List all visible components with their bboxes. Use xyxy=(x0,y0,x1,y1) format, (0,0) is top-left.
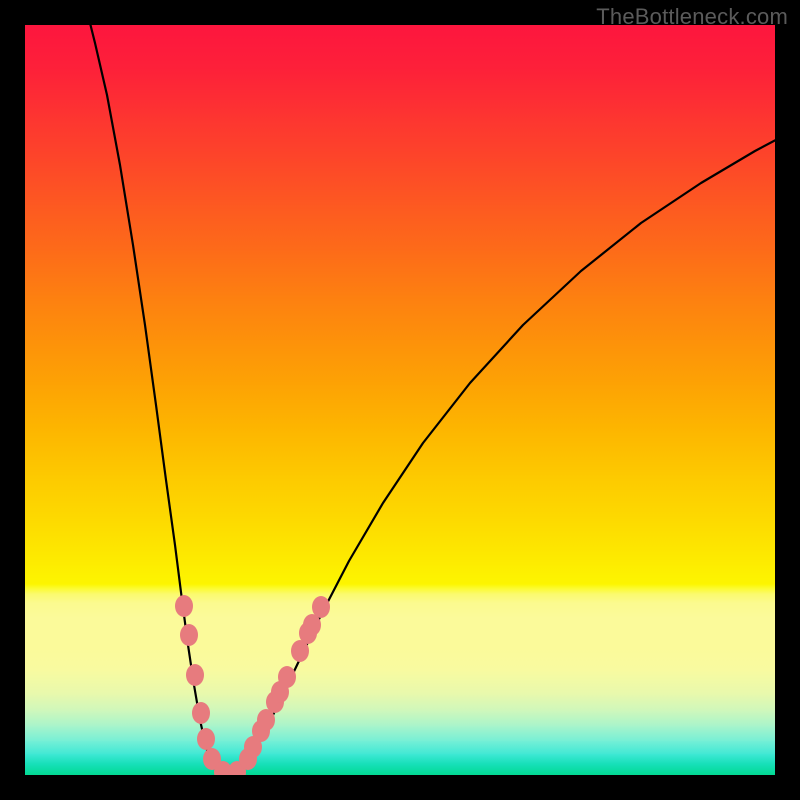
data-marker xyxy=(278,666,296,688)
data-marker xyxy=(197,728,215,750)
data-marker xyxy=(186,664,204,686)
data-marker xyxy=(180,624,198,646)
watermark-text: TheBottleneck.com xyxy=(596,4,788,30)
data-marker xyxy=(192,702,210,724)
left-curve xyxy=(88,25,225,775)
data-marker xyxy=(175,595,193,617)
right-curve xyxy=(225,135,775,775)
curve-layer xyxy=(25,25,775,775)
plot-area xyxy=(25,25,775,775)
chart-frame: TheBottleneck.com xyxy=(0,0,800,800)
data-marker xyxy=(312,596,330,618)
